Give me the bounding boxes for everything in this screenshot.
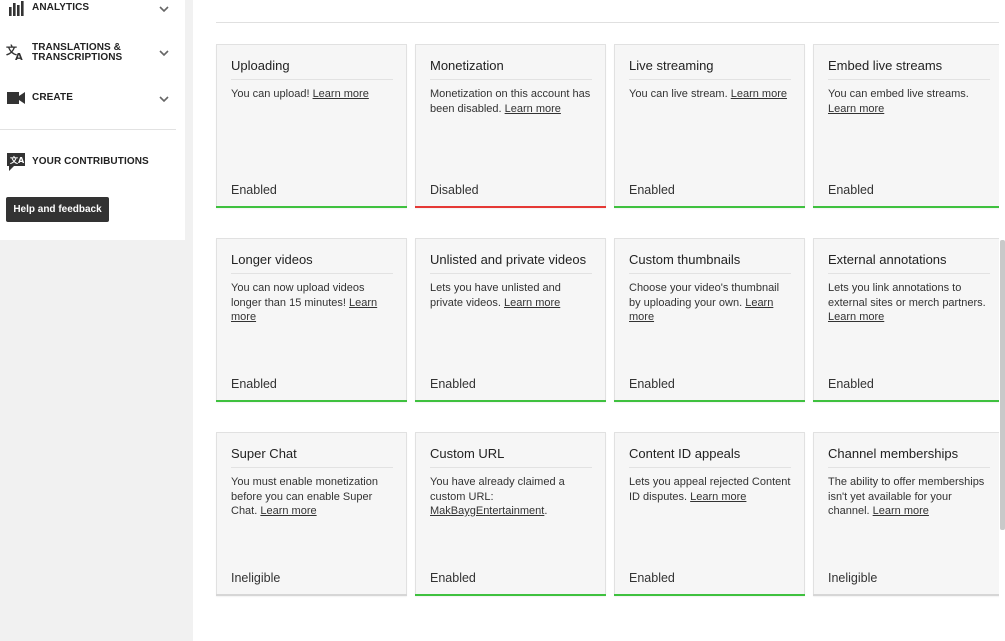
feature-description: The ability to offer memberships isn't y… [828,475,992,519]
feature-description: You can now upload videos longer than 15… [231,281,395,325]
help-and-feedback-button[interactable]: Help and feedback [6,197,109,222]
feature-card: Content ID appeals Lets you appeal reject… [614,432,805,596]
feature-card: Monetization Monetization on this account… [415,44,606,208]
feature-description: Lets you appeal rejected Content ID disp… [629,475,793,504]
feature-status: Enabled [828,183,874,197]
feature-title: Uploading [231,58,393,80]
feature-status: Enabled [430,571,476,585]
sidebar-divider [0,129,176,130]
feature-title: Channel memberships [828,446,990,468]
feature-status: Ineligible [231,571,281,585]
feature-card: Custom URL You have already claimed a cus… [415,432,606,596]
status-indicator-bar [813,206,1004,208]
feature-description-text: You can embed live streams. [828,88,969,100]
learn-more-link[interactable]: MakBaygEntertainment [430,505,544,517]
feature-status: Enabled [231,183,277,197]
feature-title: Super Chat [231,446,393,468]
sidebar-item-label: ANALYTICS [32,2,90,13]
feature-status: Enabled [828,377,874,391]
feature-card: Unlisted and private videos Lets you have… [415,238,606,402]
feature-description-text: You can upload! [231,88,310,100]
status-indicator-bar [813,400,1004,402]
learn-more-link[interactable]: Learn more [828,311,884,323]
feature-card: Embed live streams You can embed live str… [813,44,1004,208]
feature-description-text: You can live stream. [629,88,728,100]
status-indicator-bar [614,594,805,596]
status-indicator-bar [415,594,606,596]
bar-chart-icon [6,0,26,18]
feature-card: Super Chat You must enable monetization b… [216,432,407,596]
feature-description: Choose your video's thumbnail by uploadi… [629,281,793,325]
status-indicator-bar [216,400,407,402]
feature-description: You can upload! Learn more [231,87,395,102]
feature-description-text: You can now upload videos longer than 15… [231,282,365,309]
main-content: Uploading You can upload! Learn more Enabl… [193,0,1005,641]
feature-title: External annotations [828,252,990,274]
feature-description: Monetization on this account has been di… [430,87,594,116]
feature-title: Embed live streams [828,58,990,80]
status-indicator-bar [216,594,407,596]
feature-title: Monetization [430,58,592,80]
chevron-down-icon[interactable] [158,92,170,104]
feature-description: Lets you link annotations to external si… [828,281,992,325]
translate-icon: 文 A [6,42,26,62]
status-indicator-bar [216,206,407,208]
chevron-down-icon[interactable] [158,2,170,14]
sidebar-item-create[interactable]: CREATE [0,83,185,113]
feature-description: You must enable monetization before you … [231,475,395,519]
chevron-down-icon[interactable] [158,46,170,58]
svg-text:A: A [15,52,23,61]
feature-card: Uploading You can upload! Learn more Enabl… [216,44,407,208]
top-divider [216,22,1005,23]
scrollbar-thumb[interactable] [1000,240,1005,530]
sidebar-item-analytics[interactable]: ANALYTICS [0,0,185,23]
sidebar: ANALYTICS 文 A TRANSLATIONS & TRANSCRIPTI… [0,0,185,240]
svg-text:文A: 文A [10,155,25,165]
status-indicator-bar [415,206,606,208]
feature-status: Ineligible [828,571,878,585]
feature-status: Disabled [430,183,479,197]
sidebar-item-label: CREATE [32,92,73,103]
feature-status: Enabled [629,377,675,391]
feature-title: Content ID appeals [629,446,791,468]
feature-title: Longer videos [231,252,393,274]
feature-card: External annotations Lets you link annota… [813,238,1004,402]
sidebar-item-contributions[interactable]: 文A YOUR CONTRIBUTIONS [0,147,185,177]
feature-card: Channel memberships The ability to offer … [813,432,1004,596]
learn-more-link[interactable]: Learn more [731,88,787,100]
feature-description: Lets you have unlisted and private video… [430,281,594,310]
feature-description: You can live stream. Learn more [629,87,793,102]
feature-card: Live streaming You can live stream. Learn… [614,44,805,208]
sidebar-item-translations[interactable]: 文 A TRANSLATIONS & TRANSCRIPTIONS [0,37,185,67]
contributions-icon: 文A [6,152,26,172]
status-indicator-bar [813,594,1004,596]
learn-more-link[interactable]: Learn more [260,505,316,517]
learn-more-link[interactable]: Learn more [505,103,561,115]
feature-card: Custom thumbnails Choose your video's thu… [614,238,805,402]
feature-title: Custom URL [430,446,592,468]
feature-description-text: You have already claimed a custom URL: [430,476,565,503]
feature-status: Enabled [629,183,675,197]
feature-description-text: Lets you link annotations to external si… [828,282,986,309]
status-indicator-bar [614,206,805,208]
learn-more-link[interactable]: Learn more [828,103,884,115]
status-indicator-bar [614,400,805,402]
feature-description: You can embed live streams. Learn more [828,87,992,116]
feature-title: Live streaming [629,58,791,80]
learn-more-link[interactable]: Learn more [690,491,746,503]
feature-status: Enabled [629,571,675,585]
feature-status: Enabled [231,377,277,391]
feature-description: You have already claimed a custom URL: M… [430,475,594,519]
learn-more-link[interactable]: Learn more [873,505,929,517]
learn-more-link[interactable]: Learn more [504,297,560,309]
learn-more-link[interactable]: Learn more [313,88,369,100]
feature-title: Custom thumbnails [629,252,791,274]
sidebar-item-label: YOUR CONTRIBUTIONS [32,156,149,167]
video-camera-icon [6,88,26,108]
link-suffix: . [544,505,548,517]
feature-title: Unlisted and private videos [430,252,592,274]
feature-status: Enabled [430,377,476,391]
status-indicator-bar [415,400,606,402]
feature-card: Longer videos You can now upload videos l… [216,238,407,402]
